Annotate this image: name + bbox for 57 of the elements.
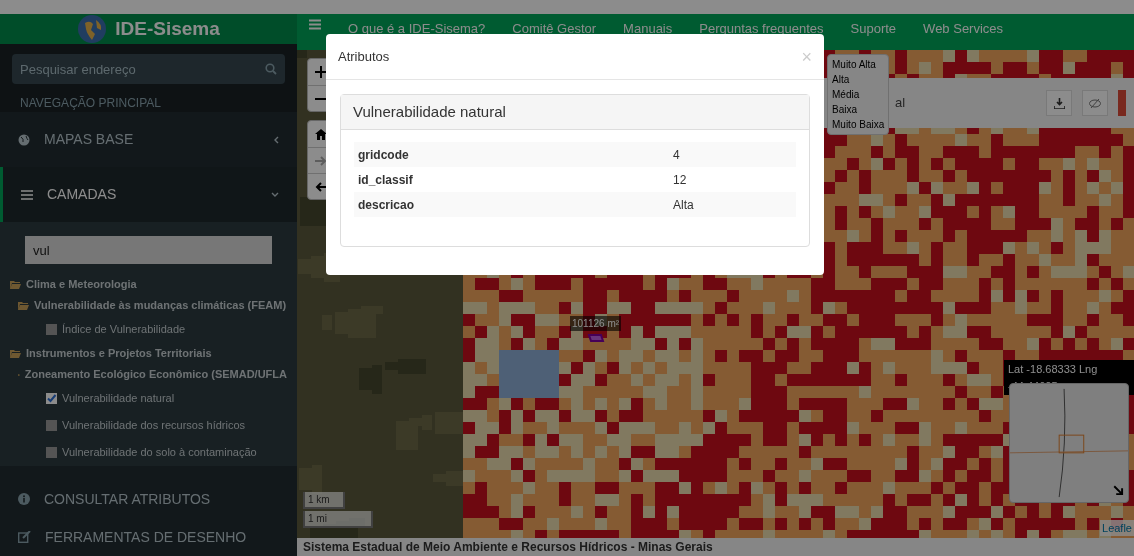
checkbox[interactable] (46, 447, 57, 458)
nav-link[interactable]: Suporte (850, 19, 897, 39)
minus-icon (315, 97, 327, 100)
checkbox[interactable] (46, 393, 57, 404)
attribute-value: 12 (673, 171, 687, 189)
layer-label[interactable]: Vulnerabilidade dos recursos hídricos (62, 417, 246, 434)
section-title: NAVEGAÇÃO PRINCIPAL (20, 95, 161, 112)
layer-label[interactable]: Vulnerabilidade do solo à contaminação (62, 444, 257, 461)
checkbox[interactable] (46, 420, 57, 431)
right-arrow-icon (315, 155, 327, 166)
address-search-field[interactable]: Pesquisar endereço (12, 54, 285, 84)
chevron-left-icon (274, 135, 279, 144)
attribute-name: gridcode (358, 146, 410, 164)
legend-label: Muito Baixa (832, 118, 885, 132)
visibility-button[interactable] (1082, 90, 1108, 116)
menu-item[interactable]: FERRAMENTAS DE DESENHO (0, 518, 297, 556)
layer-label[interactable]: Vulnerabilidade natural (62, 390, 175, 407)
edit-icon (18, 531, 31, 543)
polygon-shape (586, 333, 605, 343)
scale-bar: 1 km (303, 492, 345, 509)
brand-title: IDE-Sisema (115, 16, 220, 41)
layer-name: al (895, 94, 907, 113)
legend-label: Alta (832, 73, 851, 87)
globe-icon (18, 133, 30, 146)
minimap[interactable] (1009, 383, 1129, 503)
search-icon (265, 63, 277, 75)
legend-label: Média (832, 88, 861, 102)
home-icon (315, 128, 327, 140)
scale-bar: 1 mi (303, 511, 373, 528)
chevron-down-icon (271, 192, 279, 197)
attribute-value: 4 (673, 146, 680, 164)
menu-item[interactable]: CONSULTAR ATRIBUTOS (0, 480, 297, 518)
download-button[interactable] (1046, 90, 1072, 116)
footer-text: Sistema Estadual de Meio Ambiente e Recursos Hídricos - Minas Gerais (303, 539, 713, 556)
checkbox[interactable] (46, 324, 57, 335)
folder-label[interactable]: Vulnerabilidade às mudanças climáticas (FEAM) (34, 297, 287, 314)
plus-icon (315, 66, 327, 78)
info-icon (18, 493, 30, 505)
legend-label: Muito Alta (832, 58, 877, 72)
menu-icon (21, 189, 33, 200)
legend-label: Baixa (832, 103, 858, 117)
eye-slash-icon (1089, 98, 1101, 108)
globe-logo-icon (77, 14, 108, 44)
folder-label[interactable]: Clima e Meteorologia (26, 276, 137, 293)
folder-label[interactable]: Zoneamento Ecológico Econômico (SEMAD/UFLA (24, 366, 287, 383)
nav-link[interactable]: Web Services (923, 19, 1004, 39)
download-icon (1053, 97, 1065, 109)
menu-icon[interactable] (309, 19, 321, 30)
panel-title: Vulnerabilidade natural (353, 101, 506, 122)
dialog-title: Atributos (338, 47, 390, 66)
attribute-name: descricao (358, 196, 416, 214)
attribute-name: id_classif (358, 171, 414, 189)
folder-label[interactable]: Instrumentos e Projetos Territoriais (26, 345, 212, 362)
layer-label[interactable]: Índice de Vulnerabilidade (62, 321, 186, 338)
layer-filter-field[interactable]: vul (25, 236, 272, 264)
attribute-value: Alta (673, 196, 694, 214)
left-arrow-icon (315, 181, 327, 192)
